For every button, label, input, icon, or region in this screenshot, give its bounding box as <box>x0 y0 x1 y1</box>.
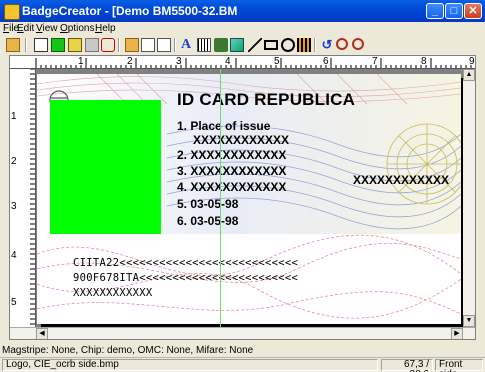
field-6-date[interactable]: 6. 03-05-98 <box>177 214 238 228</box>
minimize-button[interactable]: _ <box>426 3 444 19</box>
menu-edit-label: dit <box>23 23 35 34</box>
menu-options-key: O <box>60 23 68 34</box>
menu-bar: File Edit View Options Help <box>0 22 485 37</box>
app-icon <box>4 4 20 20</box>
grid-icon[interactable] <box>297 38 311 52</box>
toolbar-separator <box>174 38 176 52</box>
menu-help-label: elp <box>102 23 116 34</box>
ruler-h-label: 8 <box>421 56 427 67</box>
mrz-line-2[interactable]: 900F678ITA<<<<<<<<<<<<<<<<<<<<<<<< <box>73 272 298 284</box>
barcode-icon[interactable] <box>197 38 211 52</box>
design-canvas[interactable]: 1 2 3 4 5 6 7 8 9 1 2 3 4 5 ID CARD REPU… <box>9 55 476 340</box>
horizontal-scrollbar[interactable]: ◀ ▶ <box>10 327 475 339</box>
zoom-in-icon[interactable] <box>336 38 348 50</box>
status-bar: Logo, CIE_ocrb side.bmp 67,3 / 20,6 Fron… <box>0 357 485 372</box>
card-side-indicator: Front side <box>435 359 483 372</box>
field-3[interactable]: 3. XXXXXXXXXXXX <box>177 164 286 178</box>
table-icon[interactable] <box>68 38 82 52</box>
rotate-icon[interactable]: ↺ <box>320 38 334 52</box>
green-rect-icon[interactable] <box>51 38 65 52</box>
side-text-field[interactable]: XXXXXXXXXXXX <box>353 173 449 187</box>
badge-icon[interactable] <box>34 38 48 52</box>
menu-edit-key: E <box>17 23 24 34</box>
ruler-v-label: 5 <box>11 297 17 308</box>
toolbar: A ↺ <box>0 37 485 54</box>
ruler-h-label: 3 <box>176 56 182 67</box>
scroll-down-button[interactable]: ▼ <box>463 315 475 327</box>
scroll-left-button[interactable]: ◀ <box>36 328 48 339</box>
open-icon[interactable] <box>125 38 139 52</box>
window-title: BadgeCreator - [Demo BM5500-32.BM <box>22 4 238 18</box>
horizontal-ruler: 1 2 3 4 5 6 7 8 9 <box>10 56 475 69</box>
image-icon[interactable] <box>230 38 244 52</box>
menu-options[interactable]: Options <box>60 23 94 34</box>
fill-icon[interactable] <box>214 38 228 52</box>
selected-object-status: Logo, CIE_ocrb side.bmp <box>2 359 378 371</box>
field-place-of-issue-value[interactable]: XXXXXXXXXXXX <box>193 133 289 147</box>
vertical-ruler-ticks <box>30 69 35 325</box>
field-place-of-issue-label[interactable]: 1. Place of issue <box>177 119 270 133</box>
new-icon[interactable] <box>141 38 155 52</box>
card-title[interactable]: ID CARD REPUBLICA <box>177 90 355 110</box>
line-icon[interactable] <box>248 38 262 52</box>
vertical-ruler: 1 2 3 4 5 <box>10 69 36 327</box>
menu-help[interactable]: Help <box>95 23 116 34</box>
photo-placeholder[interactable] <box>50 100 161 234</box>
ruler-v-label: 3 <box>11 201 17 212</box>
guide-line[interactable] <box>220 69 221 327</box>
device-status-text: Magstripe: None, Chip: demo, OMC: None, … <box>2 345 254 356</box>
ruler-h-label: 9 <box>469 56 475 67</box>
app-window: BadgeCreator - [Demo BM5500-32.BM _ □ ✕ … <box>0 0 485 372</box>
close-button[interactable]: ✕ <box>464 3 482 19</box>
cursor-coordinates: 67,3 / 20,6 <box>381 359 433 372</box>
ruler-h-label: 4 <box>225 56 231 67</box>
ruler-h-label: 1 <box>78 56 84 67</box>
maximize-button[interactable]: □ <box>445 3 463 19</box>
id-card[interactable]: ID CARD REPUBLICA 1. Place of issue XXXX… <box>37 74 461 324</box>
scroll-right-button[interactable]: ▶ <box>451 328 463 339</box>
menu-edit[interactable]: Edit <box>17 23 34 34</box>
ruler-h-label: 7 <box>372 56 378 67</box>
ellipse-icon[interactable] <box>281 38 295 52</box>
ruler-v-label: 2 <box>11 156 17 167</box>
menu-view-label: iew <box>42 23 58 34</box>
ruler-v-label: 1 <box>11 111 17 122</box>
text-icon[interactable]: A <box>181 38 195 52</box>
toolbar-separator <box>118 38 120 52</box>
mrz-line-3[interactable]: XXXXXXXXXXXX <box>73 287 152 299</box>
device-status-bar: Magstripe: None, Chip: demo, OMC: None, … <box>0 343 485 357</box>
open-folder-icon[interactable] <box>6 38 20 52</box>
toolbar-separator <box>314 38 316 52</box>
title-bar[interactable]: BadgeCreator - [Demo BM5500-32.BM _ □ ✕ <box>0 0 485 22</box>
field-5-date[interactable]: 5. 03-05-98 <box>177 197 238 211</box>
mrz-line-1[interactable]: CIITA22<<<<<<<<<<<<<<<<<<<<<<<<<<< <box>73 257 298 269</box>
grey-rect-icon[interactable] <box>85 38 99 52</box>
field-2[interactable]: 2. XXXXXXXXXXXX <box>177 148 286 162</box>
scroll-up-button[interactable]: ▲ <box>463 69 475 81</box>
zoom-out-icon[interactable] <box>352 38 364 50</box>
menu-view[interactable]: View <box>36 23 58 34</box>
menu-options-label: ptions <box>67 23 95 34</box>
rectangle-icon[interactable] <box>264 40 278 50</box>
ruler-h-label: 6 <box>323 56 329 67</box>
ruler-h-label: 2 <box>127 56 133 67</box>
vertical-scrollbar[interactable]: ▲ ▼ <box>463 69 475 327</box>
field-4[interactable]: 4. XXXXXXXXXXXX <box>177 180 286 194</box>
save-icon[interactable] <box>157 38 171 52</box>
toolbar-separator <box>25 38 27 52</box>
ruler-v-label: 4 <box>11 250 17 261</box>
ruler-h-label: 5 <box>274 56 280 67</box>
draw-icon[interactable] <box>101 38 115 52</box>
